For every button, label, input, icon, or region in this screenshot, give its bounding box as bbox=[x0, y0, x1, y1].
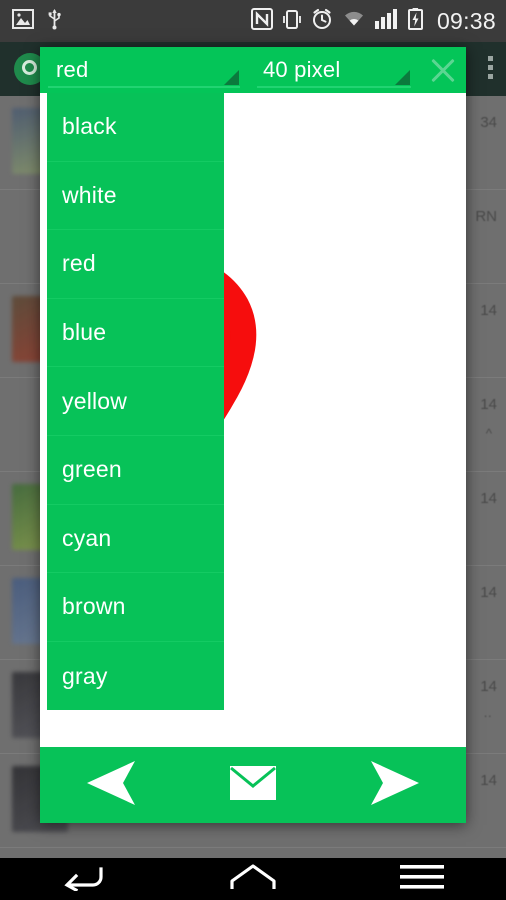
spinner-triangle-icon bbox=[395, 70, 410, 85]
mail-button[interactable] bbox=[203, 747, 303, 823]
color-dropdown[interactable]: black white red blue yellow green cyan b… bbox=[44, 93, 224, 711]
draw-dialog: red 40 pixel black white red blue yellow… bbox=[40, 47, 466, 823]
status-bar-clock: 09:38 bbox=[436, 7, 496, 34]
android-nav-bar bbox=[0, 858, 506, 900]
dropdown-item-label: green bbox=[62, 456, 122, 483]
dropdown-item-blue[interactable]: blue bbox=[47, 299, 224, 368]
send-arrow-icon bbox=[367, 760, 423, 810]
send-button[interactable] bbox=[345, 747, 445, 823]
size-spinner[interactable]: 40 pixel bbox=[249, 47, 420, 93]
color-spinner[interactable]: red bbox=[40, 47, 249, 93]
timestamp: 14 bbox=[480, 772, 497, 789]
dropdown-item-gray[interactable]: gray bbox=[47, 642, 224, 711]
triangle-left-icon bbox=[83, 760, 139, 810]
menu-icon bbox=[399, 864, 444, 895]
timestamp: 14 bbox=[480, 584, 497, 601]
dropdown-item-label: red bbox=[62, 250, 96, 277]
sub: ^ bbox=[485, 426, 492, 441]
dropdown-item-label: white bbox=[62, 181, 117, 208]
dropdown-item-black[interactable]: black bbox=[47, 93, 224, 162]
dropdown-item-brown[interactable]: brown bbox=[47, 573, 224, 642]
sub: ·· bbox=[483, 708, 492, 723]
alarm-icon bbox=[311, 8, 333, 35]
status-bar-right-icons: 09:38 bbox=[250, 7, 496, 35]
android-home-button[interactable] bbox=[198, 858, 308, 900]
dropdown-item-white[interactable]: white bbox=[47, 162, 224, 231]
dropdown-item-label: black bbox=[62, 113, 117, 140]
home-icon bbox=[228, 863, 278, 896]
dropdown-item-label: blue bbox=[62, 319, 107, 346]
vibrate-icon bbox=[282, 8, 302, 35]
overflow-menu-icon[interactable] bbox=[488, 56, 493, 79]
timestamp: 34 bbox=[480, 114, 497, 131]
timestamp: 14 bbox=[480, 302, 497, 319]
size-spinner-value: 40 pixel bbox=[263, 57, 341, 82]
timestamp: RN bbox=[475, 208, 497, 225]
screen: 09:38 34 RN 14 14 ^ 14 14 14 ·· 14 red 4… bbox=[0, 0, 506, 900]
close-icon[interactable] bbox=[420, 47, 466, 93]
status-bar: 09:38 bbox=[0, 0, 506, 42]
nfc-icon bbox=[250, 7, 273, 35]
wifi-icon bbox=[342, 9, 366, 33]
dropdown-item-yellow[interactable]: yellow bbox=[47, 367, 224, 436]
timestamp: 14 bbox=[480, 490, 497, 507]
status-bar-left-icons bbox=[12, 8, 61, 35]
dropdown-item-label: cyan bbox=[62, 524, 112, 551]
battery-charging-icon bbox=[407, 7, 423, 35]
spinner-underline bbox=[257, 86, 411, 88]
dropdown-item-label: brown bbox=[62, 593, 126, 620]
usb-icon bbox=[48, 8, 61, 35]
android-back-button[interactable] bbox=[29, 858, 139, 900]
signal-icon bbox=[374, 8, 399, 34]
color-spinner-value: red bbox=[56, 57, 89, 82]
dialog-header: red 40 pixel bbox=[40, 47, 466, 93]
dropdown-item-label: yellow bbox=[62, 387, 128, 414]
spinner-underline bbox=[48, 86, 240, 88]
dropdown-item-red[interactable]: red bbox=[47, 230, 224, 299]
timestamp: 14 bbox=[480, 678, 497, 695]
back-button[interactable] bbox=[61, 747, 161, 823]
back-arrow-icon bbox=[63, 863, 105, 896]
spinner-triangle-icon bbox=[224, 70, 239, 85]
dropdown-item-label: gray bbox=[62, 662, 108, 689]
envelope-icon bbox=[230, 765, 276, 805]
android-recents-button[interactable] bbox=[367, 858, 477, 900]
dropdown-item-cyan[interactable]: cyan bbox=[47, 505, 224, 574]
timestamp: 14 bbox=[480, 396, 497, 413]
dialog-toolbar bbox=[40, 747, 466, 823]
image-icon bbox=[12, 8, 34, 34]
dropdown-item-green[interactable]: green bbox=[47, 436, 224, 505]
